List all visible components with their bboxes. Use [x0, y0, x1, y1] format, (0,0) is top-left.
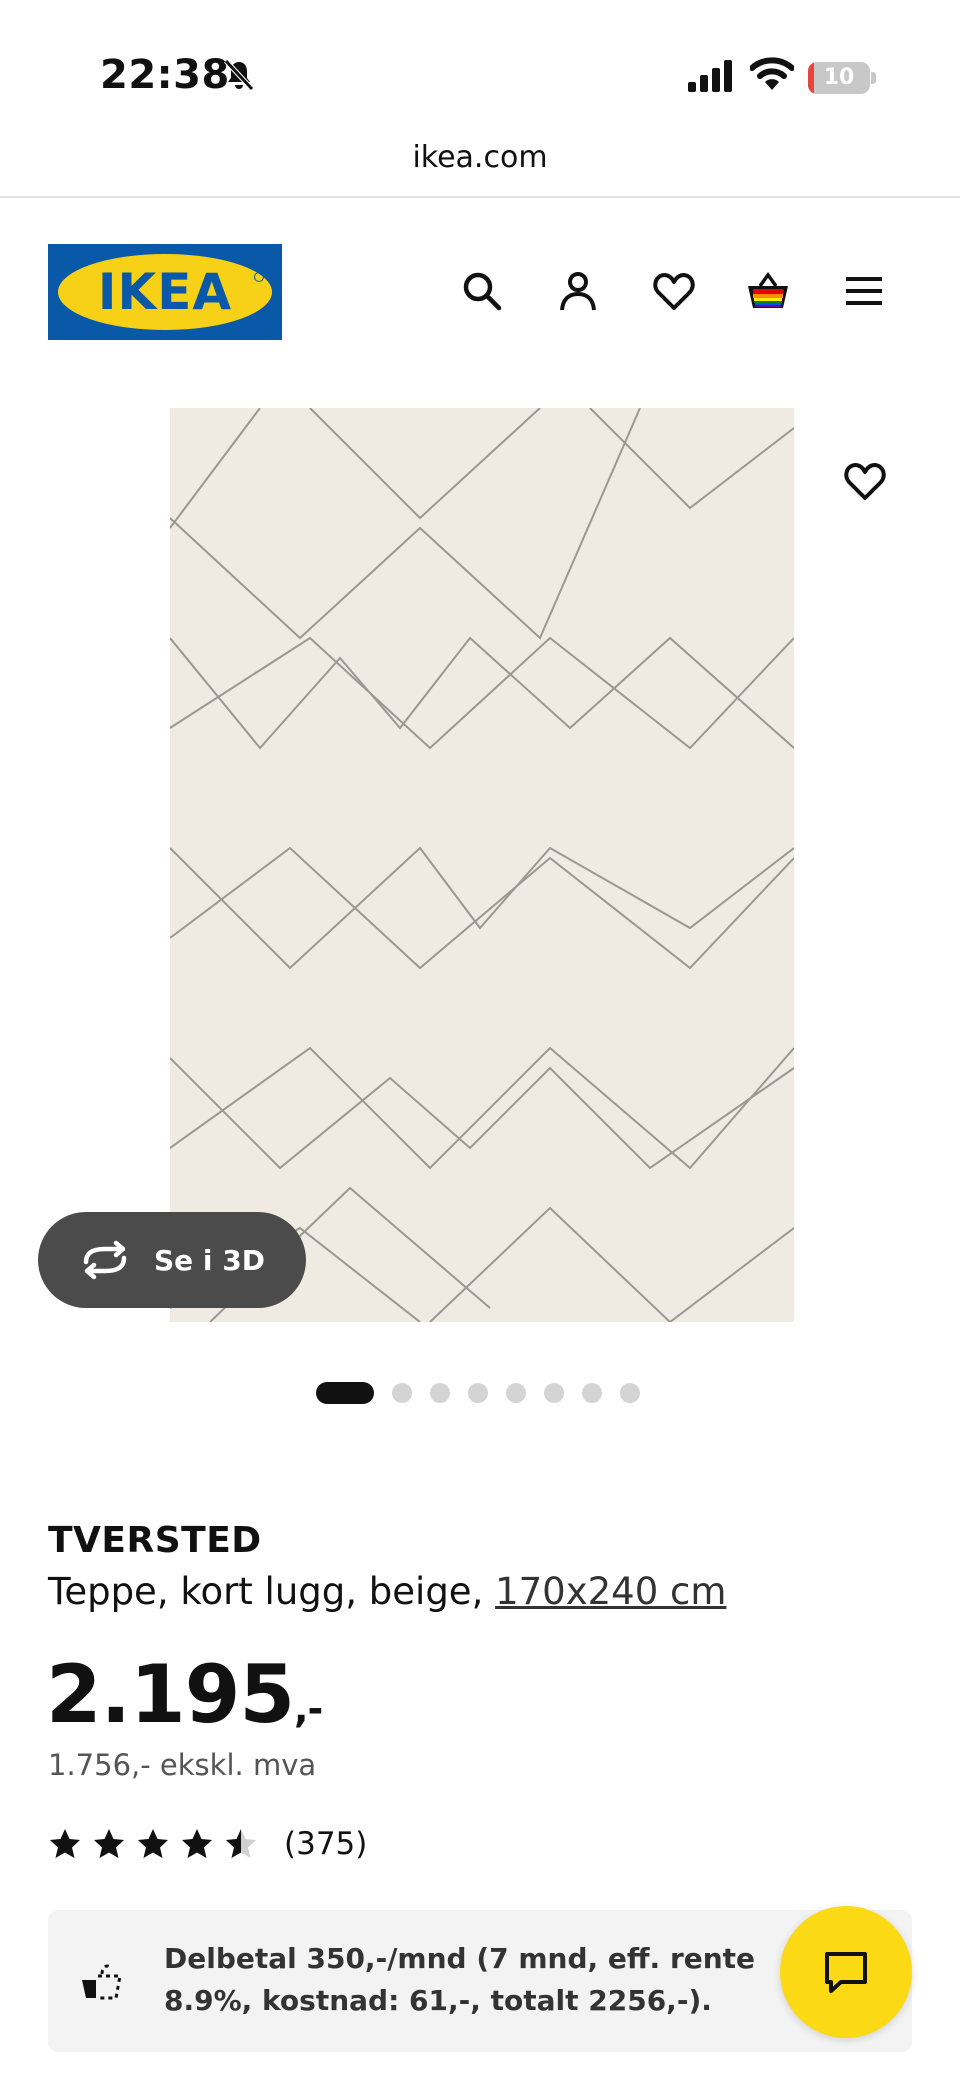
product-price: 2.195,-	[46, 1648, 323, 1741]
size-link[interactable]: 170x240 cm	[495, 1570, 726, 1613]
ikea-logo[interactable]: IKEA	[48, 244, 282, 340]
shopping-bag-icon[interactable]	[742, 262, 794, 320]
rotate-3d-icon	[83, 1240, 127, 1280]
star-icon	[138, 1829, 168, 1858]
view-3d-button[interactable]: Se i 3D	[38, 1212, 306, 1308]
chat-icon	[825, 1952, 867, 1993]
rug-pattern	[170, 408, 794, 1322]
price-suffix: ,-	[294, 1687, 323, 1731]
product-image[interactable]	[170, 408, 794, 1322]
wifi-icon	[750, 57, 794, 90]
price-value: 2.195	[46, 1648, 295, 1741]
pagination-dot[interactable]	[506, 1383, 526, 1403]
product-description: Teppe, kort lugg, beige, 170x240 cm	[48, 1570, 726, 1613]
battery-body: 10	[808, 62, 870, 94]
star-icon	[182, 1829, 212, 1858]
save-favorite-button[interactable]	[836, 452, 894, 510]
pagination-dot[interactable]	[430, 1383, 450, 1403]
url-bar[interactable]: ikea.com	[0, 140, 960, 196]
battery-indicator: 10	[808, 62, 876, 94]
view-3d-label: Se i 3D	[154, 1243, 265, 1277]
pagination-dot[interactable]	[582, 1383, 602, 1403]
account-icon[interactable]	[552, 262, 604, 320]
pagination-dot[interactable]	[544, 1383, 564, 1403]
image-pagination	[316, 1382, 640, 1404]
battery-level: 10	[823, 65, 855, 90]
menu-icon[interactable]	[838, 262, 890, 320]
rating-stars[interactable]: (375)	[48, 1826, 367, 1862]
cellular-signal-icon	[688, 60, 732, 92]
product-name: TVERSTED	[48, 1520, 262, 1561]
logo-text: IKEA	[97, 263, 233, 321]
pagination-dot[interactable]	[392, 1383, 412, 1403]
payment-installment-icon	[82, 1964, 122, 2000]
registered-mark-icon	[254, 272, 264, 282]
review-count[interactable]: (375)	[284, 1826, 367, 1862]
pagination-dot[interactable]	[620, 1383, 640, 1403]
price-excl-vat: 1.756,- ekskl. mva	[48, 1748, 317, 1782]
star-icon	[50, 1829, 80, 1858]
financing-text: Delbetal 350,-/mnd (7 mnd, eff. rente 8.…	[164, 1942, 756, 2017]
battery-cap	[871, 72, 876, 84]
pagination-dot[interactable]	[468, 1383, 488, 1403]
bell-slash-icon	[224, 59, 254, 91]
star-icon	[94, 1829, 124, 1858]
product-description-text: Teppe, kort lugg, beige,	[48, 1570, 484, 1613]
status-time: 22:38	[100, 52, 230, 98]
star-icon	[226, 1829, 256, 1858]
chat-button[interactable]	[780, 1906, 912, 2038]
heart-icon	[844, 463, 886, 500]
pagination-dot[interactable]	[316, 1382, 374, 1404]
status-bar: 22:38 10	[0, 0, 960, 150]
url-divider	[0, 196, 960, 198]
favorites-icon[interactable]	[648, 262, 700, 320]
search-icon[interactable]	[456, 262, 508, 320]
